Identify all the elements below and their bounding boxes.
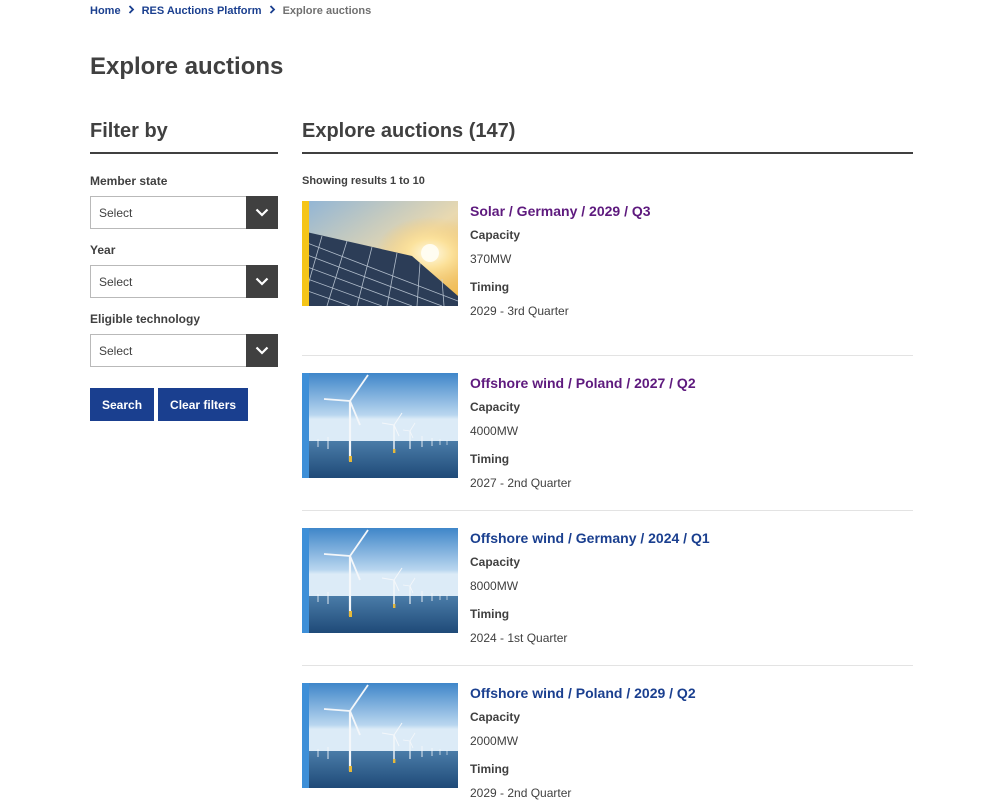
breadcrumb-current: Explore auctions xyxy=(282,5,372,17)
member-state-label: Member state xyxy=(90,174,168,188)
chevron-down-icon[interactable] xyxy=(246,264,278,298)
card-body: Solar / Germany / 2029 / Q3 Capacity 370… xyxy=(470,201,651,355)
card-accent-stripe xyxy=(302,201,309,306)
capacity-label: Capacity xyxy=(470,400,521,414)
member-state-value: Select xyxy=(99,205,133,220)
results-count: Showing results 1 to 10 xyxy=(302,175,425,187)
solar-panels-image[interactable] xyxy=(302,201,458,306)
card-accent-stripe xyxy=(302,373,309,478)
clear-filters-button[interactable]: Clear filters xyxy=(158,388,249,421)
auction-title-link[interactable]: Offshore wind / Germany / 2024 / Q1 xyxy=(470,530,710,546)
auction-title-link[interactable]: Offshore wind / Poland / 2029 / Q2 xyxy=(470,685,696,701)
card-body: Offshore wind / Germany / 2024 / Q1 Capa… xyxy=(470,528,710,665)
timing-label: Timing xyxy=(470,607,510,621)
eligible-technology-select[interactable]: Select xyxy=(90,333,278,367)
offshore-wind-turbines-image[interactable] xyxy=(302,683,458,788)
filter-actions: Search Clear filters xyxy=(90,388,278,421)
timing-label: Timing xyxy=(470,280,510,294)
eligible-technology-label: Eligible technology xyxy=(90,312,201,326)
member-state-select[interactable]: Select xyxy=(90,195,278,229)
auction-card: Solar / Germany / 2029 / Q3 Capacity 370… xyxy=(302,201,913,356)
capacity-value: 8000MW xyxy=(470,579,519,593)
results-title: Explore auctions (147) xyxy=(302,120,913,154)
page-title: Explore auctions xyxy=(90,53,284,80)
timing-value: 2027 - 2nd Quarter xyxy=(470,476,572,490)
offshore-wind-turbines-image[interactable] xyxy=(302,528,458,633)
capacity-value: 2000MW xyxy=(470,734,519,748)
capacity-value: 4000MW xyxy=(470,424,519,438)
capacity-label: Capacity xyxy=(470,555,521,569)
timing-label: Timing xyxy=(470,762,510,776)
chevron-right-icon xyxy=(269,5,276,17)
card-accent-stripe xyxy=(302,683,309,788)
offshore-wind-turbines-image[interactable] xyxy=(302,373,458,478)
auction-card: Offshore wind / Poland / 2027 / Q2 Capac… xyxy=(302,356,913,511)
auction-title-link[interactable]: Solar / Germany / 2029 / Q3 xyxy=(470,203,651,219)
results-panel: Explore auctions (147) Showing results 1… xyxy=(302,120,913,801)
breadcrumb-platform-link[interactable]: RES Auctions Platform xyxy=(142,5,262,17)
timing-value: 2029 - 2nd Quarter xyxy=(470,786,572,800)
card-accent-stripe xyxy=(302,528,309,633)
card-body: Offshore wind / Poland / 2027 / Q2 Capac… xyxy=(470,373,696,510)
capacity-label: Capacity xyxy=(470,228,521,242)
breadcrumb: Home RES Auctions Platform Explore aucti… xyxy=(90,5,371,17)
auction-card: Offshore wind / Germany / 2024 / Q1 Capa… xyxy=(302,511,913,666)
year-value: Select xyxy=(99,274,133,289)
timing-value: 2029 - 3rd Quarter xyxy=(470,304,569,318)
search-button[interactable]: Search xyxy=(90,388,155,421)
filter-panel: Filter by Member state Select Year Selec… xyxy=(90,120,278,421)
card-body: Offshore wind / Poland / 2029 / Q2 Capac… xyxy=(470,683,696,801)
auction-title-link[interactable]: Offshore wind / Poland / 2027 / Q2 xyxy=(470,375,696,391)
auction-card: Offshore wind / Poland / 2029 / Q2 Capac… xyxy=(302,666,913,801)
capacity-label: Capacity xyxy=(470,710,521,724)
year-label: Year xyxy=(90,243,116,257)
breadcrumb-home-link[interactable]: Home xyxy=(90,5,121,17)
chevron-down-icon[interactable] xyxy=(246,333,278,367)
year-select[interactable]: Select xyxy=(90,264,278,298)
chevron-right-icon xyxy=(128,5,135,17)
timing-label: Timing xyxy=(470,452,510,466)
filter-title: Filter by xyxy=(90,120,278,154)
chevron-down-icon[interactable] xyxy=(246,195,278,229)
timing-value: 2024 - 1st Quarter xyxy=(470,631,568,645)
eligible-technology-value: Select xyxy=(99,343,133,358)
capacity-value: 370MW xyxy=(470,252,512,266)
